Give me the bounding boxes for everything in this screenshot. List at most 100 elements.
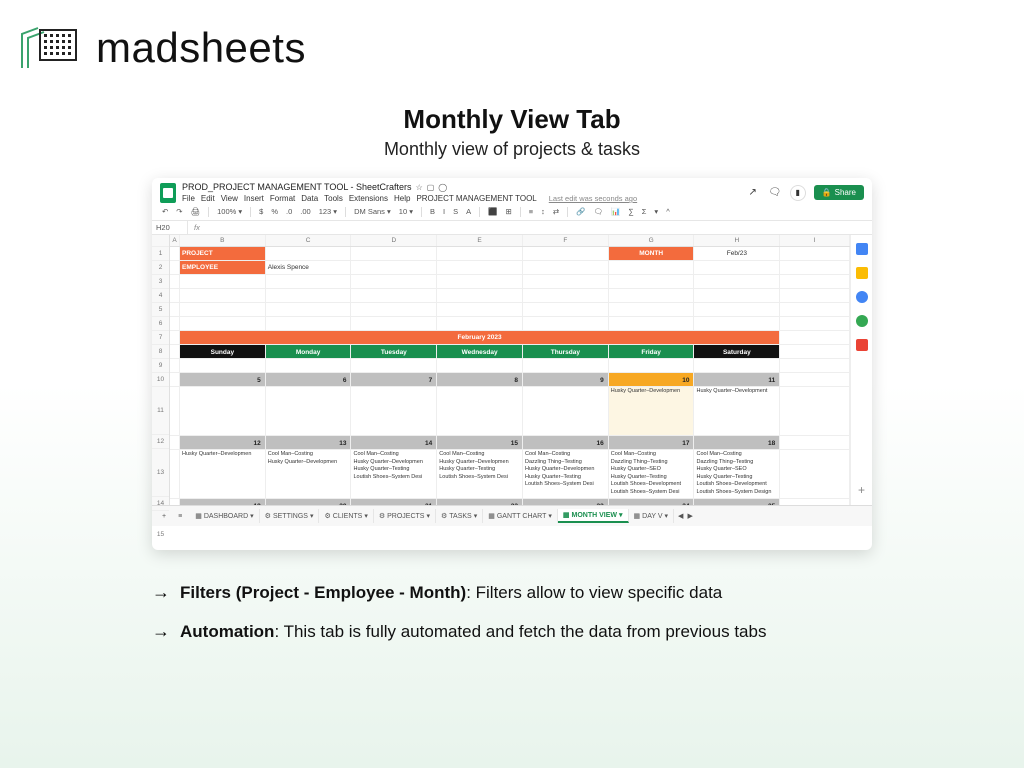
menu-insert[interactable]: Insert xyxy=(244,194,264,203)
contacts-icon[interactable] xyxy=(856,315,868,327)
row-header[interactable]: 4 xyxy=(152,289,169,303)
date-cell[interactable]: 7 xyxy=(351,373,437,386)
col-header-E[interactable]: E xyxy=(437,235,523,246)
task-cell[interactable]: Cool Man–CostingHusky Quarter–Developmen… xyxy=(351,450,437,498)
calendar-icon[interactable] xyxy=(856,243,868,255)
last-edit-link[interactable]: Last edit was seconds ago xyxy=(549,194,637,203)
toolbar-btn-13[interactable]: S xyxy=(451,206,460,217)
date-cell[interactable]: 15 xyxy=(437,436,523,449)
date-cell[interactable]: 17 xyxy=(609,436,695,449)
tab-menu-icon[interactable]: ▾ xyxy=(310,512,314,520)
date-cell[interactable]: 11 xyxy=(694,373,780,386)
cloud-icon[interactable]: ◯ xyxy=(438,183,447,192)
toolbar-btn-2[interactable]: 🖨 xyxy=(189,206,203,217)
sheet-tab-month-view[interactable]: ▦MONTH VIEW▾ xyxy=(558,509,629,523)
row-header[interactable]: 9 xyxy=(152,359,169,373)
toolbar-btn-10[interactable]: 10 ▾ xyxy=(397,206,415,217)
comments-icon[interactable]: 🗨 xyxy=(768,186,782,200)
date-cell[interactable]: 18 xyxy=(694,436,780,449)
task-cell[interactable] xyxy=(523,387,609,435)
row-header[interactable]: 1 xyxy=(152,247,169,261)
share-button[interactable]: 🔒 Share xyxy=(814,185,864,200)
toolbar-btn-22[interactable]: 📊 xyxy=(609,206,622,217)
toolbar-btn-19[interactable]: ⇄ xyxy=(551,206,561,217)
row-header[interactable]: 14 xyxy=(152,497,169,511)
task-cell[interactable]: Husky Quarter–Developmen xyxy=(609,387,695,435)
tab-menu-icon[interactable]: ▾ xyxy=(426,512,430,520)
toolbar-btn-17[interactable]: ≡ xyxy=(527,206,535,217)
col-header-D[interactable]: D xyxy=(351,235,437,246)
sheet-tab-clients[interactable]: ⚙CLIENTS▾ xyxy=(319,509,373,523)
task-cell[interactable]: Cool Man–CostingHusky Quarter–Developmen… xyxy=(437,450,523,498)
sheet-tab-day-v[interactable]: ▦DAY V▾ xyxy=(629,509,675,523)
toolbar-btn-3[interactable]: 100% ▾ xyxy=(215,206,244,217)
col-header-F[interactable]: F xyxy=(523,235,609,246)
task-cell[interactable] xyxy=(266,387,352,435)
date-cell[interactable]: 16 xyxy=(523,436,609,449)
tab-menu-icon[interactable]: ▾ xyxy=(619,511,623,519)
toolbar-btn-25[interactable]: ▾ xyxy=(652,206,660,217)
task-cell[interactable]: Cool Man–CostingHusky Quarter–Developmen xyxy=(266,450,352,498)
toolbar-btn-1[interactable]: ↷ xyxy=(174,206,184,217)
toolbar-btn-24[interactable]: Σ xyxy=(640,206,649,217)
history-icon[interactable]: ↗ xyxy=(746,186,760,200)
menu-help[interactable]: Help xyxy=(394,194,410,203)
col-header-C[interactable]: C xyxy=(266,235,352,246)
sheet-tab-settings[interactable]: ⚙SETTINGS▾ xyxy=(260,509,320,523)
date-cell[interactable]: 12 xyxy=(180,436,266,449)
move-icon[interactable]: ▢ xyxy=(427,183,435,192)
task-cell[interactable] xyxy=(351,387,437,435)
filter-month-value[interactable]: Feb/23 xyxy=(694,247,780,260)
toolbar-btn-4[interactable]: $ xyxy=(257,206,265,217)
toolbar-btn-16[interactable]: ⊞ xyxy=(503,206,513,217)
keep-icon[interactable] xyxy=(856,267,868,279)
sheet-tab-dashboard[interactable]: ▦DASHBOARD▾ xyxy=(190,509,259,523)
toolbar-btn-8[interactable]: 123 ▾ xyxy=(317,206,339,217)
menu-tools[interactable]: Tools xyxy=(324,194,343,203)
date-cell[interactable]: 24 xyxy=(609,499,695,505)
tasks-icon[interactable] xyxy=(856,291,868,303)
toolbar-btn-0[interactable]: ↶ xyxy=(160,206,170,217)
date-cell[interactable]: 19 xyxy=(180,499,266,505)
date-cell[interactable]: 20 xyxy=(266,499,352,505)
date-cell[interactable]: 10 xyxy=(609,373,695,386)
toolbar-btn-23[interactable]: ∑ xyxy=(626,206,635,217)
col-header-B[interactable]: B xyxy=(180,235,266,246)
toolbar-btn-7[interactable]: .00 xyxy=(298,206,312,217)
doc-title[interactable]: PROD_PROJECT MANAGEMENT TOOL - SheetCraf… xyxy=(182,182,412,192)
row-header[interactable]: 11 xyxy=(152,387,169,435)
task-cell[interactable]: Cool Man–CostingDazzling Thing–TestingHu… xyxy=(523,450,609,498)
col-header-G[interactable]: G xyxy=(609,235,695,246)
meet-icon[interactable]: ▮ xyxy=(790,185,806,201)
toolbar-btn-20[interactable]: 🔗 xyxy=(574,206,587,217)
col-header-H[interactable]: H xyxy=(694,235,780,246)
filter-employee-value[interactable]: Alexis Spence xyxy=(266,261,352,274)
date-cell[interactable]: 21 xyxy=(351,499,437,505)
add-sheet-button[interactable]: + xyxy=(158,511,170,522)
menu-file[interactable]: File xyxy=(182,194,195,203)
date-cell[interactable]: 5 xyxy=(180,373,266,386)
row-header[interactable]: 8 xyxy=(152,345,169,359)
tab-menu-icon[interactable]: ▾ xyxy=(548,512,552,520)
tab-menu-icon[interactable]: ▾ xyxy=(250,512,254,520)
menu-data[interactable]: Data xyxy=(301,194,318,203)
menu-edit[interactable]: Edit xyxy=(201,194,215,203)
task-cell[interactable]: Cool Man–CostingDazzling Thing–TestingHu… xyxy=(609,450,695,498)
menu-project-management-tool[interactable]: PROJECT MANAGEMENT TOOL xyxy=(416,194,536,203)
col-header-I[interactable]: I xyxy=(780,235,850,246)
sheet-tab-tasks[interactable]: ⚙TASKS▾ xyxy=(436,509,483,523)
tab-menu-icon[interactable]: ▾ xyxy=(364,512,368,520)
add-on-plus-icon[interactable]: + xyxy=(858,483,865,497)
task-cell[interactable]: Husky Quarter–Developmen xyxy=(180,450,266,498)
all-sheets-button[interactable]: ≡ xyxy=(174,511,186,522)
row-header[interactable]: 12 xyxy=(152,435,169,449)
date-cell[interactable]: 6 xyxy=(266,373,352,386)
toolbar-btn-14[interactable]: A xyxy=(464,206,473,217)
tab-scroll-left[interactable]: ◀ xyxy=(678,512,683,520)
row-header[interactable]: 6 xyxy=(152,317,169,331)
menu-extensions[interactable]: Extensions xyxy=(349,194,388,203)
toolbar-btn-21[interactable]: 🗨 xyxy=(592,206,606,217)
toolbar-btn-18[interactable]: ↕ xyxy=(539,206,547,217)
date-cell[interactable]: 8 xyxy=(437,373,523,386)
tab-menu-icon[interactable]: ▾ xyxy=(474,512,478,520)
